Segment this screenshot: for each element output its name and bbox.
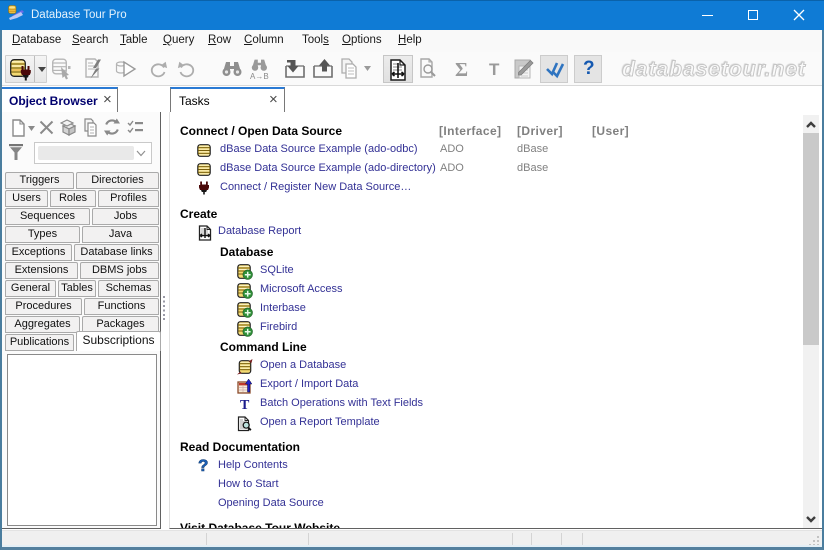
svg-text:T: T	[489, 60, 500, 79]
svg-text:A→B: A→B	[250, 72, 269, 80]
svg-text:Σ: Σ	[455, 59, 468, 79]
svg-text:?: ?	[198, 457, 208, 474]
svg-text:T: T	[240, 398, 250, 411]
